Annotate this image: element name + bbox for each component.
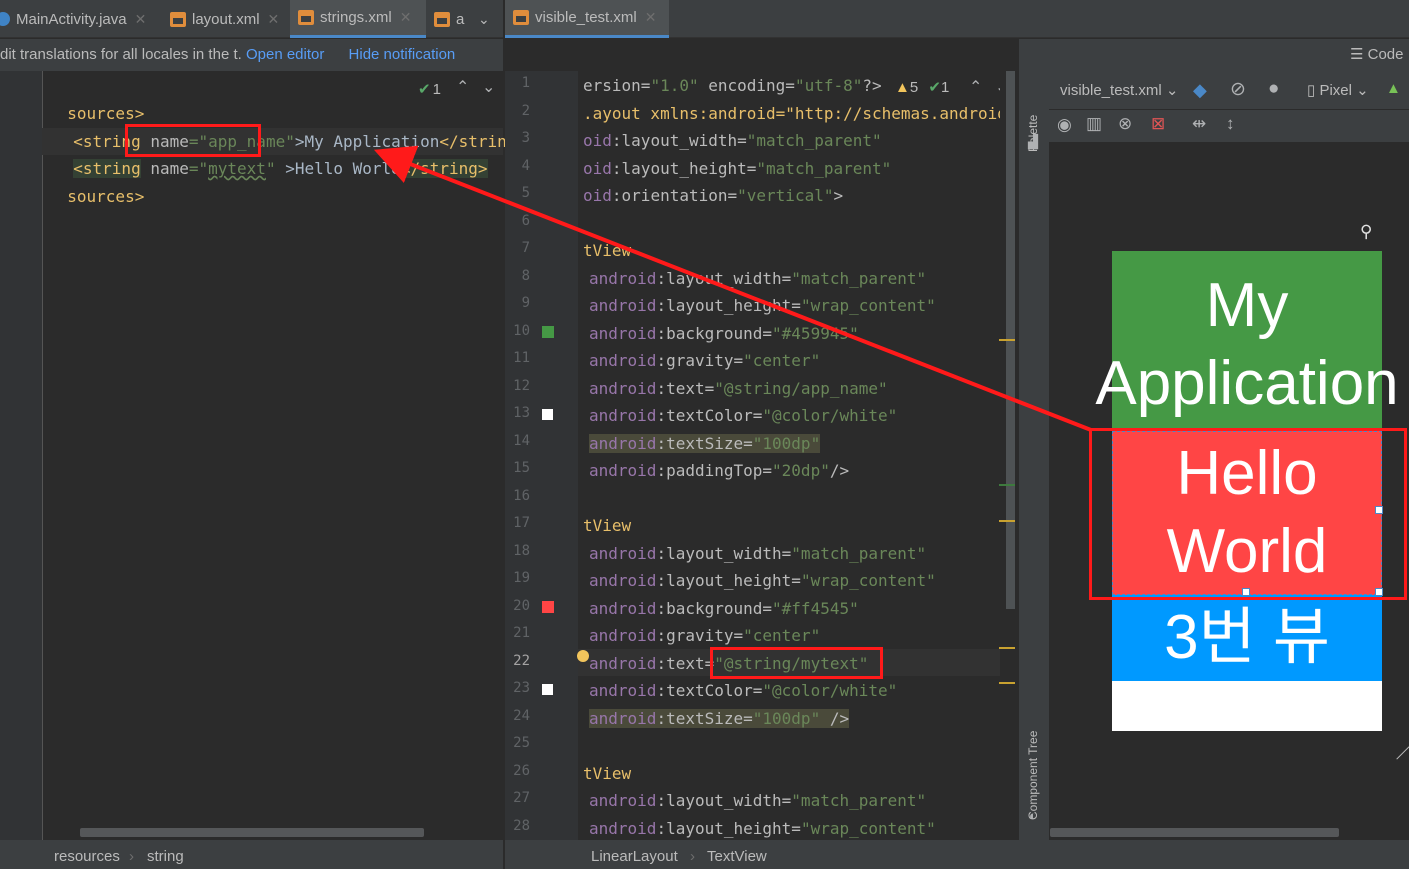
breadcrumb-linearlayout[interactable]: LinearLayout — [591, 848, 678, 865]
breadcrumb-string[interactable]: string — [147, 848, 184, 865]
breadcrumb-resources[interactable]: resources — [54, 848, 120, 865]
breadcrumb-separator-icon: › — [129, 848, 134, 865]
annotation-arrow — [373, 145, 1092, 432]
breadcrumb-separator-icon: › — [690, 848, 695, 865]
breadcrumb-textview[interactable]: TextView — [707, 848, 767, 865]
annotation-arrow-line — [373, 145, 1092, 432]
